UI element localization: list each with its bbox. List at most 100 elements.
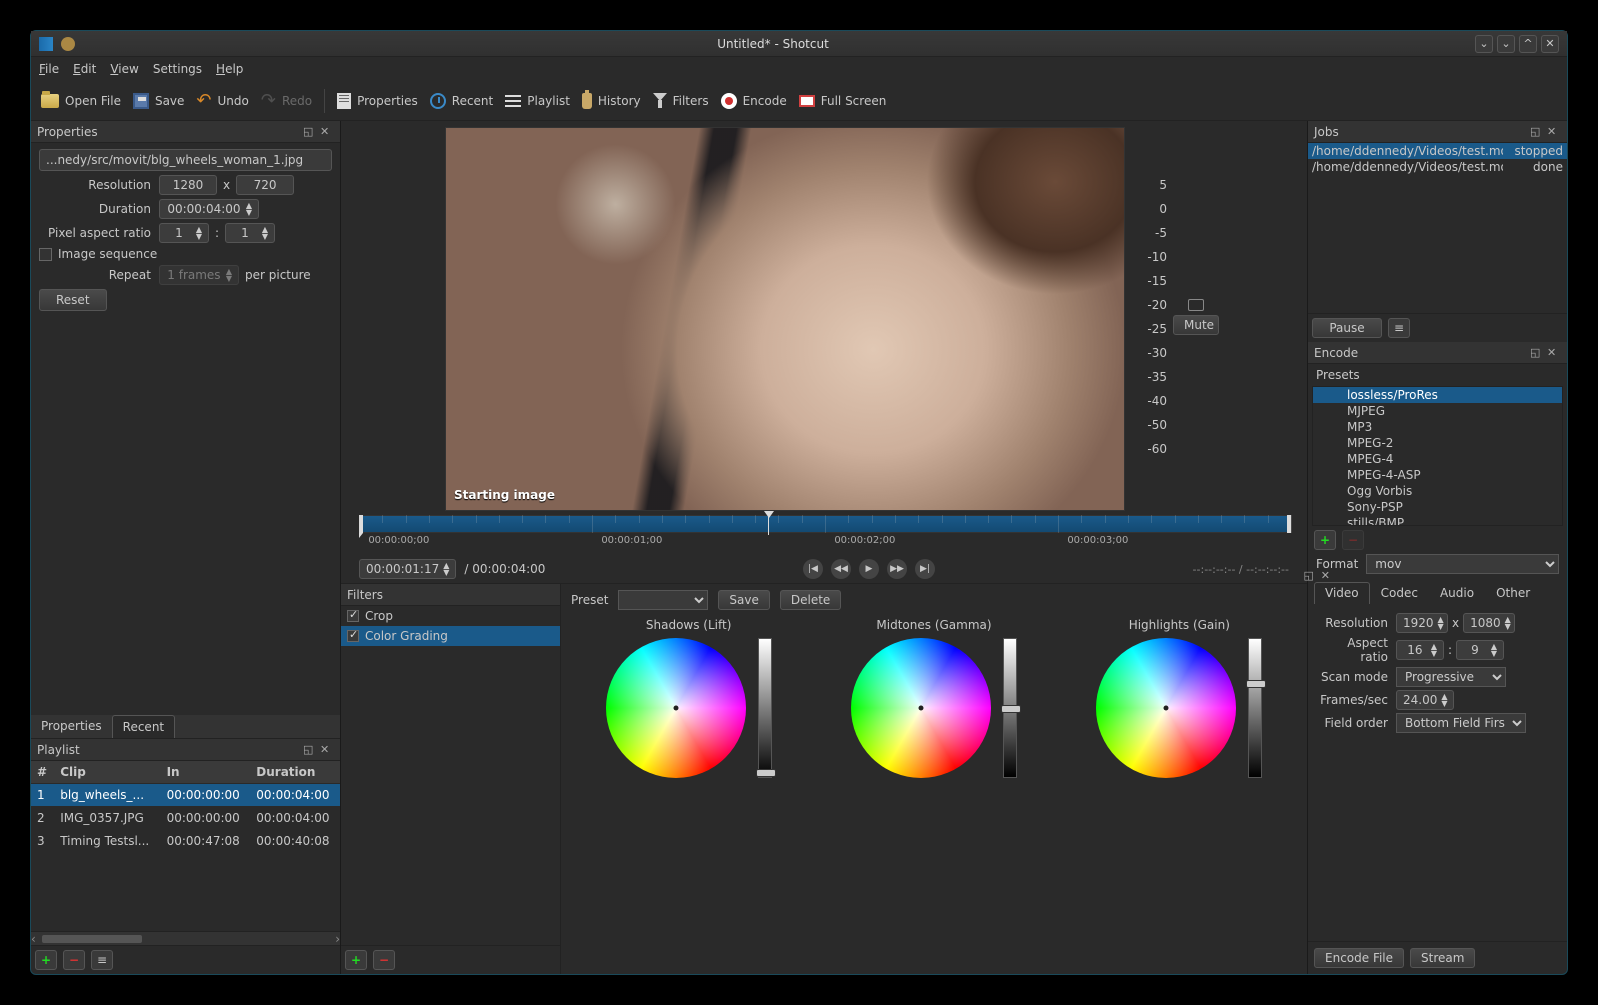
- menu-settings[interactable]: Settings: [153, 62, 202, 76]
- close-panel-icon[interactable]: ✕: [1547, 346, 1561, 360]
- preset-item[interactable]: MPEG-2: [1313, 435, 1562, 451]
- shadows-slider[interactable]: [758, 638, 772, 778]
- history-button[interactable]: History: [582, 93, 641, 109]
- fps-input[interactable]: 24.00▲▼: [1396, 690, 1454, 710]
- tab-recent[interactable]: Recent: [112, 715, 175, 738]
- close-panel-icon[interactable]: ✕: [320, 743, 334, 757]
- forward-button[interactable]: ▶▶: [887, 559, 907, 579]
- filter-remove-button[interactable]: −: [373, 950, 395, 970]
- playlist-remove-button[interactable]: −: [63, 950, 85, 970]
- preset-item[interactable]: MPEG-4-ASP: [1313, 467, 1562, 483]
- minimize-button[interactable]: ⌄: [1475, 35, 1493, 53]
- repeat-input[interactable]: 1 frames▲▼: [159, 265, 239, 285]
- recent-button[interactable]: Recent: [430, 93, 493, 109]
- preset-item[interactable]: MPEG-4: [1313, 451, 1562, 467]
- undock-icon[interactable]: ◱: [303, 125, 317, 139]
- preset-item[interactable]: MP3: [1313, 419, 1562, 435]
- preset-item[interactable]: MJPEG: [1313, 403, 1562, 419]
- preset-delete-button[interactable]: Delete: [780, 590, 841, 610]
- maximize-button[interactable]: ^: [1519, 35, 1537, 53]
- preset-item[interactable]: Ogg Vorbis: [1313, 483, 1562, 499]
- highlights-slider[interactable]: [1248, 638, 1262, 778]
- open-file-button[interactable]: Open File: [41, 94, 121, 108]
- res-width-input[interactable]: 1280: [159, 175, 217, 195]
- highlights-wheel[interactable]: [1096, 638, 1236, 778]
- save-button[interactable]: Save: [133, 93, 184, 109]
- enc-height-input[interactable]: 1080▲▼: [1463, 613, 1515, 633]
- tab-other[interactable]: Other: [1485, 582, 1541, 604]
- playlist-menu-button[interactable]: ≡: [91, 950, 113, 970]
- tab-audio[interactable]: Audio: [1429, 582, 1485, 604]
- menu-edit[interactable]: Edit: [73, 62, 96, 76]
- midtones-wheel[interactable]: [851, 638, 991, 778]
- job-row[interactable]: /home/ddennedy/Videos/test.movstopped: [1308, 143, 1567, 159]
- highlights-label: Highlights (Gain): [1129, 618, 1230, 632]
- playlist-scrollbar[interactable]: ‹›: [31, 931, 340, 945]
- playlist-row[interactable]: 1blg_wheels_...00:00:00:0000:00:04:00: [31, 784, 340, 807]
- playlist-add-button[interactable]: +: [35, 950, 57, 970]
- skip-start-button[interactable]: |◀: [803, 559, 823, 579]
- tab-video[interactable]: Video: [1314, 582, 1370, 604]
- playlist-row[interactable]: 2IMG_0357.JPG00:00:00:0000:00:04:00: [31, 807, 340, 830]
- field-order-select[interactable]: Bottom Field First: [1396, 713, 1526, 733]
- encode-button[interactable]: Encode: [721, 93, 787, 109]
- preset-item[interactable]: stills/BMP: [1313, 515, 1562, 526]
- duration-input[interactable]: 00:00:04:00▲▼: [159, 199, 259, 219]
- undock-icon[interactable]: ◱: [1530, 346, 1544, 360]
- par-b-input[interactable]: 1▲▼: [225, 223, 275, 243]
- pause-job-button[interactable]: Pause: [1312, 318, 1382, 338]
- timecode-current[interactable]: 00:00:01:17▲▼: [359, 559, 456, 579]
- stream-button[interactable]: Stream: [1410, 948, 1475, 968]
- play-button[interactable]: ▶: [859, 559, 879, 579]
- par-a-input[interactable]: 1▲▼: [159, 223, 209, 243]
- undo-button[interactable]: ↶Undo: [196, 90, 248, 111]
- menu-view[interactable]: View: [110, 62, 138, 76]
- properties-button[interactable]: Properties: [337, 93, 418, 109]
- enc-width-input[interactable]: 1920▲▼: [1396, 613, 1448, 633]
- presets-list[interactable]: lossless/ProResMJPEGMP3MPEG-2MPEG-4MPEG-…: [1312, 386, 1563, 526]
- tab-properties[interactable]: Properties: [31, 715, 112, 738]
- undock-icon[interactable]: ◱: [303, 743, 317, 757]
- undock-icon[interactable]: ◱: [1304, 569, 1314, 582]
- skip-end-button[interactable]: ▶|: [915, 559, 935, 579]
- aspect-b-input[interactable]: 9▲▼: [1456, 640, 1504, 660]
- close-button[interactable]: ✕: [1541, 35, 1559, 53]
- filters-button[interactable]: Filters: [653, 93, 709, 109]
- job-row[interactable]: /home/ddennedy/Videos/test.movdone: [1308, 159, 1567, 175]
- jobs-menu-button[interactable]: ≡: [1388, 318, 1410, 338]
- preset-item[interactable]: Sony-PSP: [1313, 499, 1562, 515]
- menu-file[interactable]: File: [39, 62, 59, 76]
- playlist-row[interactable]: 3Timing Testsl...00:00:47:0800:00:40:08: [31, 830, 340, 853]
- tab-codec[interactable]: Codec: [1370, 582, 1429, 604]
- res-height-input[interactable]: 720: [236, 175, 294, 195]
- undock-icon[interactable]: ◱: [1530, 125, 1544, 139]
- filter-add-button[interactable]: +: [345, 950, 367, 970]
- rewind-button[interactable]: ◀◀: [831, 559, 851, 579]
- close-panel-icon[interactable]: ✕: [1321, 569, 1330, 582]
- mute-button[interactable]: Mute: [1173, 315, 1219, 335]
- preset-save-button[interactable]: Save: [718, 590, 769, 610]
- preset-select[interactable]: [618, 590, 708, 610]
- preview-image[interactable]: [445, 127, 1125, 511]
- playlist-button[interactable]: Playlist: [505, 94, 570, 108]
- filter-item[interactable]: Crop: [341, 606, 560, 626]
- preset-remove-button[interactable]: −: [1342, 530, 1364, 550]
- scan-mode-select[interactable]: Progressive: [1396, 667, 1506, 687]
- reset-button[interactable]: Reset: [39, 289, 107, 311]
- shadows-wheel[interactable]: [606, 638, 746, 778]
- restore-button[interactable]: ⌄: [1497, 35, 1515, 53]
- midtones-slider[interactable]: [1003, 638, 1017, 778]
- preset-add-button[interactable]: +: [1314, 530, 1336, 550]
- fullscreen-button[interactable]: Full Screen: [799, 94, 887, 108]
- timeline[interactable]: 00:00:00;00 00:00:01;00 00:00:02;00 00:0…: [359, 515, 1291, 555]
- aspect-a-input[interactable]: 16▲▼: [1396, 640, 1444, 660]
- format-select[interactable]: mov: [1366, 554, 1559, 574]
- menu-help[interactable]: Help: [216, 62, 243, 76]
- encode-file-button[interactable]: Encode File: [1314, 948, 1404, 968]
- preset-item[interactable]: lossless/ProRes: [1313, 387, 1562, 403]
- close-panel-icon[interactable]: ✕: [320, 125, 334, 139]
- filter-item[interactable]: Color Grading: [341, 626, 560, 646]
- image-sequence-checkbox[interactable]: [39, 248, 52, 261]
- close-panel-icon[interactable]: ✕: [1547, 125, 1561, 139]
- redo-button[interactable]: ↷Redo: [261, 90, 312, 111]
